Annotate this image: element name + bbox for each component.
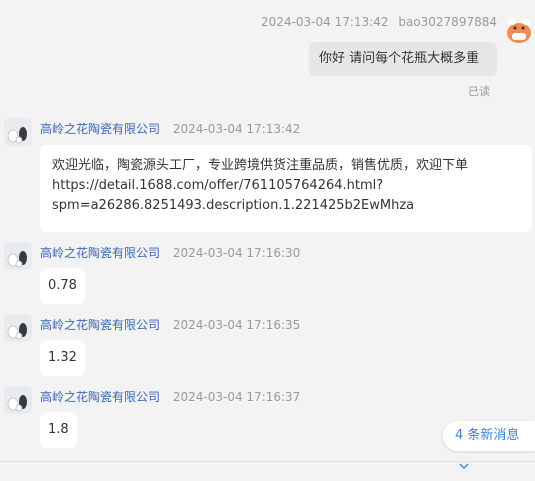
vase-avatar-icon [4, 118, 32, 146]
sender-name[interactable]: 高岭之花陶瓷有限公司 [40, 246, 160, 260]
seller-avatar[interactable] [4, 118, 32, 146]
self-message-user: bao3027897884 [398, 15, 497, 29]
read-status: 已读 [468, 85, 490, 98]
sender-name[interactable]: 高岭之花陶瓷有限公司 [40, 122, 160, 136]
sender-name[interactable]: 高岭之花陶瓷有限公司 [40, 390, 160, 404]
vase-avatar-icon [4, 386, 32, 414]
message-meta: 高岭之花陶瓷有限公司 2024-03-04 17:13:42 [40, 120, 300, 137]
message-line: 欢迎光临，陶瓷源头工厂，专业跨境供货注重品质，销售优质，欢迎下单 [52, 158, 469, 173]
self-message-text: 你好 请问每个花瓶大概多重 [319, 51, 480, 66]
vase-avatar-icon [4, 314, 32, 342]
message-meta: 高岭之花陶瓷有限公司 2024-03-04 17:16:30 [40, 244, 300, 261]
message-time: 2024-03-04 17:16:37 [172, 390, 301, 404]
message-meta: 高岭之花陶瓷有限公司 2024-03-04 17:16:37 [40, 388, 300, 405]
message-bubble[interactable]: 0.78 [40, 268, 85, 304]
message-text: 0.78 [48, 278, 77, 293]
self-message-bubble[interactable]: 你好 请问每个花瓶大概多重 [309, 42, 497, 76]
new-messages-button[interactable]: 4 条新消息 [443, 421, 535, 469]
self-avatar[interactable] [503, 13, 535, 45]
message-bubble[interactable]: 1.8 [40, 412, 77, 448]
message-link[interactable]: https://detail.1688.com/offer/7611057642… [52, 176, 520, 196]
self-message-meta: 2024-03-04 17:13:42 bao3027897884 [261, 15, 497, 29]
message-meta: 高岭之花陶瓷有限公司 2024-03-04 17:16:35 [40, 316, 300, 333]
divider [0, 461, 535, 462]
vase-avatar-icon [4, 242, 32, 270]
message-time: 2024-03-04 17:16:35 [172, 318, 301, 332]
seller-avatar[interactable] [4, 386, 32, 414]
message-time: 2024-03-04 17:16:30 [172, 246, 301, 260]
sender-name[interactable]: 高岭之花陶瓷有限公司 [40, 318, 160, 332]
message-bubble[interactable]: 欢迎光临，陶瓷源头工厂，专业跨境供货注重品质，销售优质，欢迎下单 https:/… [40, 145, 532, 232]
cow-avatar-icon [507, 19, 531, 43]
message-text: 1.8 [48, 422, 69, 437]
self-message-time: 2024-03-04 17:13:42 [261, 15, 389, 29]
seller-avatar[interactable] [4, 242, 32, 270]
seller-avatar[interactable] [4, 314, 32, 342]
message-link[interactable]: spm=a26286.8251493.description.1.221425b… [52, 196, 520, 216]
message-bubble[interactable]: 1.32 [40, 340, 85, 376]
new-messages-label: 4 条新消息 [455, 428, 520, 443]
message-text: 1.32 [48, 350, 77, 365]
message-time: 2024-03-04 17:13:42 [172, 122, 301, 136]
